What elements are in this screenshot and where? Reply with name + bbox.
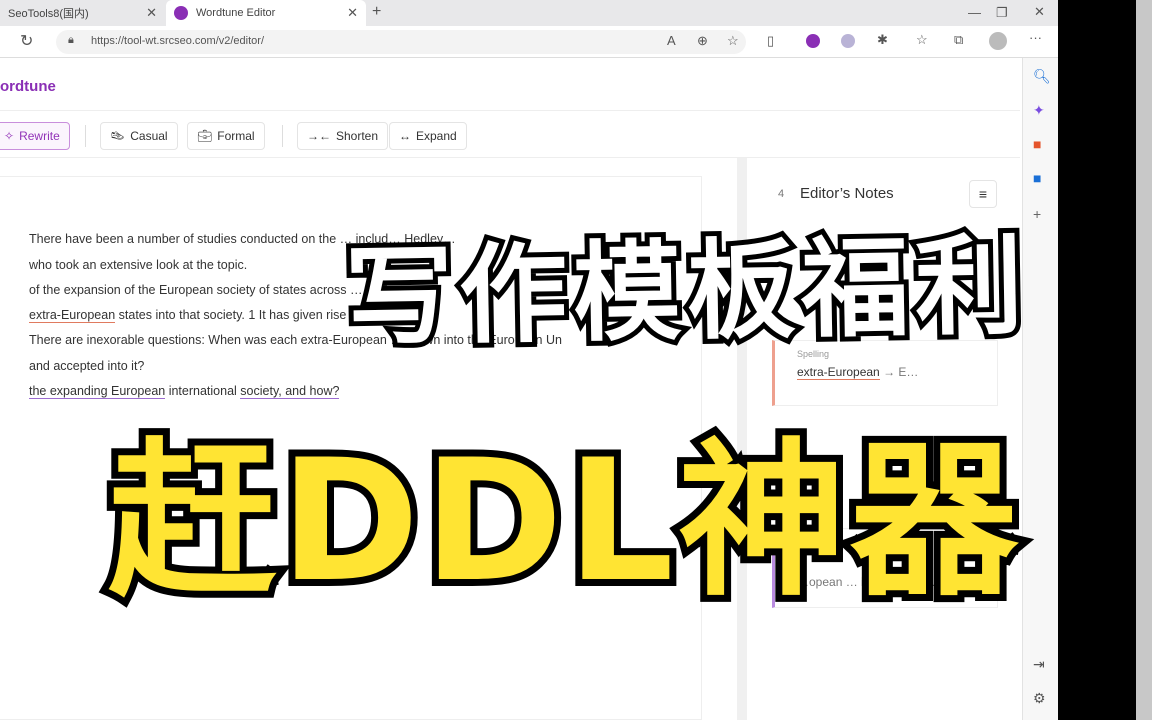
profile-avatar[interactable] [989, 32, 1007, 50]
shorten-icon: →← [307, 129, 331, 143]
tab-bar: SeoTools8(国内) ✕ Wordtune Editor ✕ + — ❐ ✕ [0, 0, 1058, 26]
settings-icon[interactable]: ⚙ [1033, 690, 1046, 707]
office-icon[interactable]: ■ [1033, 136, 1041, 152]
sneaker-icon: 👟︎ [110, 129, 126, 143]
note-from: extra-European [797, 365, 880, 380]
briefcase-icon: 💼︎ [197, 129, 213, 143]
black-region [1058, 0, 1136, 720]
divider [282, 125, 283, 147]
rewrite-button[interactable]: ✧ Rewrite [0, 122, 70, 150]
wordtune-icon [174, 6, 188, 20]
more-icon[interactable]: ··· [1029, 30, 1042, 45]
shorten-button[interactable]: →← Shorten [297, 122, 389, 150]
overlay-title: 写作模板福利 [339, 219, 1035, 366]
overlay-subtitle: 赶DDL神器 [101, 416, 1025, 626]
spelling-highlight[interactable]: extra-European [29, 308, 116, 323]
copilot-icon[interactable]: ✦ [1033, 102, 1045, 119]
outlook-icon[interactable]: ■ [1033, 170, 1041, 186]
tab-title: Wordtune Editor [196, 7, 276, 19]
page-icon[interactable]: ▯ [767, 33, 774, 49]
favorites-icon[interactable]: ☆ [916, 32, 928, 48]
tab-title: SeoTools8(国内) [8, 8, 89, 20]
background-window [1136, 0, 1152, 720]
text-line[interactable]: and accepted into it? [29, 359, 144, 373]
add-icon[interactable]: + [1033, 206, 1041, 222]
divider [85, 125, 86, 147]
tab-wordtune[interactable]: Wordtune Editor ✕ [166, 0, 366, 26]
favorite-icon[interactable]: ☆ [727, 33, 739, 49]
toolbar: ✧ Rewrite 👟︎ Casual 💼︎ Formal →← Shorten ↔ Ex… [0, 110, 1020, 158]
expand-button[interactable]: ↔ Expand [389, 122, 467, 150]
collections-icon[interactable]: ⧉ [954, 32, 963, 48]
close-window-icon[interactable]: ✕ [1034, 4, 1045, 20]
extensions-icon[interactable]: ✱ [877, 32, 888, 48]
label: Rewrite [19, 129, 60, 143]
extension-icon[interactable] [841, 34, 855, 48]
restore-icon[interactable]: ❐ [996, 5, 1008, 21]
label: Expand [416, 129, 457, 143]
expand-icon: ↔ [399, 129, 411, 143]
url-input[interactable]: 🔒︎ https://tool-wt.srcseo.com/v2/editor/ [56, 30, 746, 54]
close-icon[interactable]: ✕ [347, 5, 358, 21]
notes-title: Editor’s Notes [800, 185, 894, 202]
zoom-icon[interactable]: ⊕ [697, 33, 708, 49]
formal-button[interactable]: 💼︎ Formal [187, 122, 265, 150]
sparkle-icon: ✧ [4, 129, 15, 143]
lock-icon: 🔒︎ [68, 34, 74, 46]
minimize-icon[interactable]: — [968, 5, 981, 20]
casual-button[interactable]: 👟︎ Casual [100, 122, 178, 150]
edge-sidebar: 🔍︎ ✦ ■ ■ + ⇥ ⚙ [1022, 58, 1058, 720]
close-icon[interactable]: ✕ [146, 5, 157, 21]
text-line[interactable]: extra-European states into that society.… [29, 308, 400, 323]
label: Formal [217, 129, 255, 143]
notes-count: 4 [778, 188, 785, 200]
arrow-icon: → [883, 365, 896, 379]
address-bar: ↻ 🔒︎ https://tool-wt.srcseo.com/v2/editor… [0, 26, 1058, 58]
note-to: E… [898, 365, 919, 379]
label: Shorten [336, 129, 379, 143]
text-line[interactable]: of the expansion of the European society… [29, 283, 373, 297]
new-tab-icon[interactable]: + [372, 3, 381, 21]
text-line[interactable]: who took an extensive look at the topic. [29, 258, 247, 272]
url-text: https://tool-wt.srcseo.com/v2/editor/ [91, 35, 265, 47]
refresh-icon[interactable]: ↻ [20, 31, 33, 51]
hide-sidebar-icon[interactable]: ⇥ [1033, 656, 1045, 673]
app-logo: ordtune [0, 78, 56, 95]
wordtune-extension-icon[interactable] [806, 34, 820, 48]
label: Casual [130, 129, 168, 143]
tab-seotools[interactable]: SeoTools8(国内) ✕ [0, 0, 165, 26]
search-icon[interactable]: 🔍︎ [1033, 68, 1051, 85]
read-aloud-icon[interactable]: A [667, 33, 676, 48]
